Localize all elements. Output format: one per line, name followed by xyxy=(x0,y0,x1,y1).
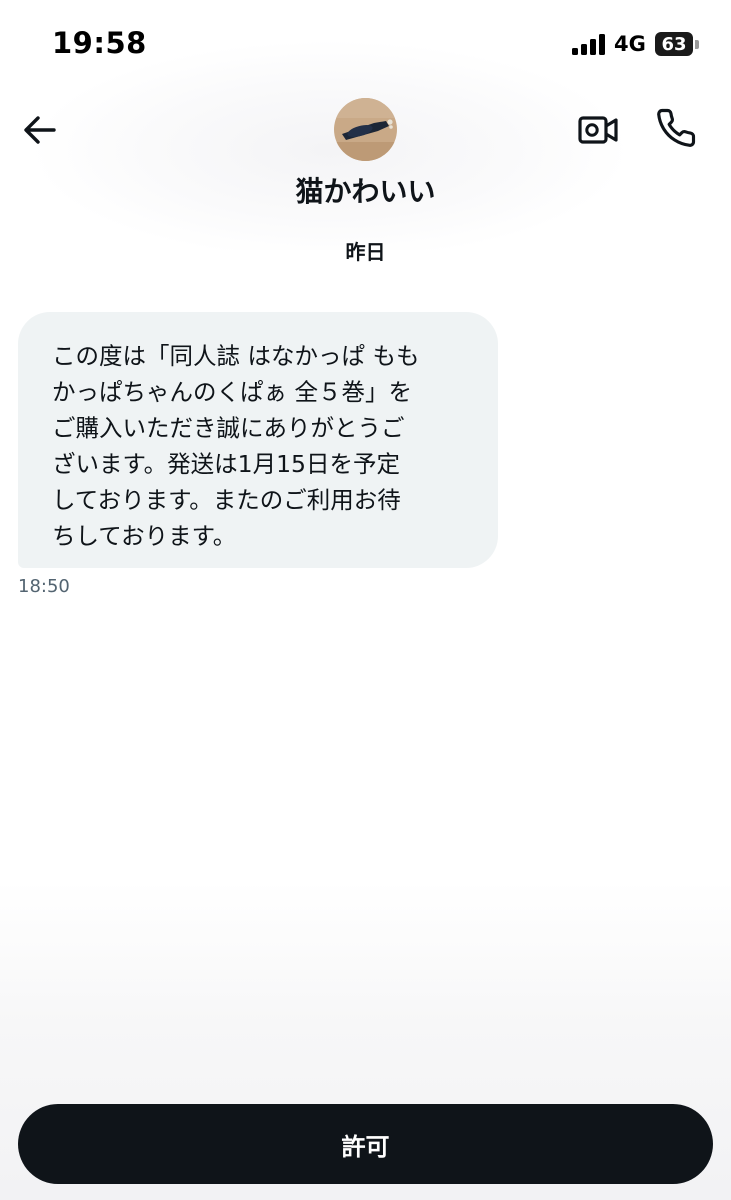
message-line: ご購入いただき誠にありがとうご xyxy=(52,414,405,442)
message-bubble[interactable]: この度は「同人誌 はなかっぱ もも かっぱちゃんのくぱぁ 全５巻」を ご購入いた… xyxy=(18,312,498,568)
battery-icon: 63 xyxy=(655,32,693,56)
contact-avatar[interactable] xyxy=(334,98,397,161)
avatar-image xyxy=(334,98,397,161)
video-camera-icon xyxy=(578,116,618,144)
voice-call-button[interactable] xyxy=(652,104,700,152)
date-separator: 昨日 xyxy=(345,240,386,264)
battery-tip xyxy=(695,40,699,49)
video-call-button[interactable] xyxy=(574,106,622,154)
cellular-signal-icon xyxy=(572,33,606,55)
network-type: 4G xyxy=(614,32,646,56)
message-line: ちしております。 xyxy=(52,522,237,550)
allow-button[interactable]: 許可 xyxy=(18,1104,713,1184)
message-line: かっぱちゃんのくぱぁ 全５巻」を xyxy=(52,378,412,406)
message-line: しております。またのご利用お待 xyxy=(52,486,401,514)
contact-name[interactable]: 猫かわいい xyxy=(0,170,731,210)
battery-level: 63 xyxy=(661,33,687,55)
message-timestamp: 18:50 xyxy=(18,576,70,597)
back-button[interactable] xyxy=(16,106,64,154)
arrow-left-icon xyxy=(24,116,56,144)
phone-icon xyxy=(657,108,696,147)
status-time: 19:58 xyxy=(52,26,147,60)
message-line: ざいます。発送は1月15日を予定 xyxy=(52,450,401,478)
status-bar: 19:58 4G 63 xyxy=(0,0,731,90)
message-line: この度は「同人誌 はなかっぱ もも xyxy=(52,342,420,370)
